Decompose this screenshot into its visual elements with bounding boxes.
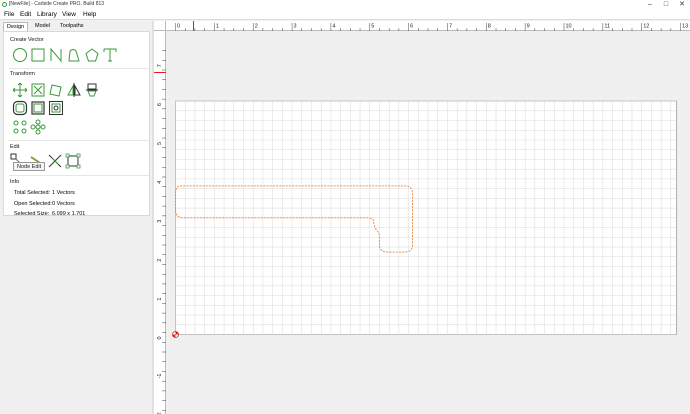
ruler-x-label: 6 (410, 24, 413, 30)
ruler-x-label: 7 (449, 24, 452, 30)
ruler-y-label: 1 (157, 298, 163, 301)
ruler-y-label: 2 (157, 259, 163, 262)
ruler-y-label: -1 (157, 374, 163, 379)
ruler-x-label: 10 (566, 24, 572, 30)
design-canvas[interactable]: 01234567891011121376543210-1-2 (0, 0, 690, 414)
ruler-x-label: 9 (527, 24, 530, 30)
ruler-x-label: 8 (488, 24, 491, 30)
ruler-x-label: 3 (294, 24, 297, 30)
ruler-x-label: 5 (371, 24, 374, 30)
ruler-y-label: 6 (157, 103, 163, 106)
ruler-x-label: 2 (255, 24, 258, 30)
ruler-y-label: 3 (157, 220, 163, 223)
ruler-y-label: 0 (157, 336, 163, 339)
ruler-y-label: 4 (157, 181, 163, 184)
ruler-y-label: 5 (157, 142, 163, 145)
ruler-x-label: 4 (332, 24, 335, 30)
ruler-x-label: 0 (177, 24, 180, 30)
ruler-x-label: 12 (643, 24, 649, 30)
ruler-x-label: 1 (216, 24, 219, 30)
ruler-y-label: 7 (157, 64, 163, 67)
ruler-x-label: 11 (604, 24, 610, 30)
ruler-x-label: 13 (682, 24, 688, 30)
origin-marker-quadrant (172, 334, 176, 338)
